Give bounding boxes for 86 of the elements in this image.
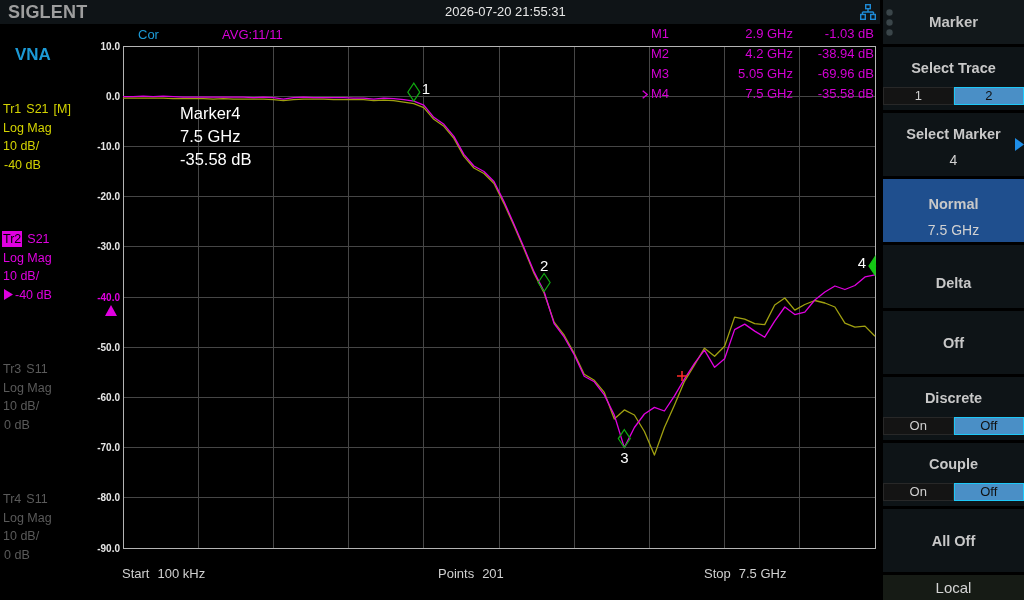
sweep-start-label: Start	[122, 566, 150, 583]
toggle-option[interactable]: Off	[953, 483, 1024, 501]
trace-format: Log Mag	[3, 250, 52, 265]
y-tick-label: -50.0	[97, 341, 120, 353]
trace-parameter: S11	[26, 362, 48, 377]
trace-scale: 10 dB/	[3, 529, 40, 544]
softkey-label: Discrete	[924, 390, 983, 406]
trace-reference: -40 dB	[4, 157, 41, 172]
y-tick-label: -80.0	[97, 492, 120, 504]
y-tick-label: -30.0	[97, 241, 120, 253]
trace-name[interactable]: Tr2	[2, 231, 23, 248]
toggle-option[interactable]: 1	[883, 87, 954, 105]
sweep-points-label: Points	[438, 566, 475, 583]
sweep-start-value: 100 kHz	[157, 566, 206, 583]
y-tick-label: -10.0	[97, 141, 120, 152]
marker-diamond	[617, 428, 632, 449]
softkey-label: Select Trace	[911, 60, 996, 76]
marker-name: M2	[651, 46, 670, 62]
sweep-points-value: 201	[482, 566, 504, 583]
marker-name: M4	[651, 86, 670, 102]
y-tick-label: 0.0	[106, 90, 120, 102]
marker-frequency: 5.05 GHz	[738, 66, 793, 82]
softkey-button[interactable]: Normal 7.5 GHz	[883, 179, 1024, 242]
sweep-stop-label: Stop	[704, 566, 731, 583]
marker-frequency: 7.5 GHz	[745, 86, 793, 102]
trace-reference: -40 dB	[15, 287, 52, 302]
trace-format: Log Mag	[3, 380, 52, 395]
marker-number-label: 1	[421, 80, 431, 98]
status-bar: Local	[883, 575, 1024, 600]
softkey-label: Couple	[928, 456, 979, 472]
y-tick-label: 10.0	[100, 40, 120, 52]
toggle-option[interactable]: 2	[953, 87, 1024, 105]
softkey-button[interactable]: All Off	[883, 509, 1024, 572]
sweep-stop-value: 7.5 GHz	[738, 566, 787, 583]
readout-title: Marker4	[180, 104, 241, 123]
readout-frequency: 7.5 GHz	[180, 127, 241, 146]
toggle-option[interactable]: Off	[953, 417, 1024, 435]
softkey-button[interactable]: Delta	[883, 245, 1024, 308]
y-tick-label: -70.0	[97, 442, 120, 454]
trace-scale: 10 dB/	[3, 399, 40, 414]
triangle-right-icon	[1015, 137, 1024, 151]
marker-name: M1	[651, 26, 670, 42]
trace-scale: 10 dB/	[3, 269, 40, 284]
correction-label: Cor	[138, 27, 159, 43]
trace-reference: 0 dB	[4, 417, 30, 432]
marker-number-label: 4	[857, 253, 866, 271]
trace-format: Log Mag	[3, 510, 52, 525]
trace-parameter: S11	[26, 492, 48, 507]
y-tick-label: -20.0	[97, 191, 120, 203]
trace-name[interactable]: Tr1	[3, 101, 22, 118]
trace-memory-label: [M]	[53, 102, 71, 117]
y-tick-label: -90.0	[97, 542, 120, 554]
marker-name: M3	[651, 66, 670, 82]
marker-diamond	[537, 272, 551, 293]
y-tick-label: -40.0	[97, 291, 120, 303]
marker-value: -1.03 dB	[824, 26, 874, 42]
marker-diamond	[407, 82, 421, 103]
menu-title: Marker	[928, 13, 979, 31]
trace-scale: 10 dB/	[3, 139, 40, 154]
brand-logo: SIGLENT	[8, 1, 88, 24]
crosshair-icon	[676, 370, 688, 382]
triangle-icon	[105, 305, 117, 316]
y-tick-label: -60.0	[97, 392, 120, 403]
softkey-button[interactable]: Select Marker 4	[883, 113, 1024, 176]
datetime-label: 2026-07-20 21:55:31	[445, 4, 566, 20]
trace-format: Log Mag	[3, 120, 52, 135]
mode-label: VNA	[15, 45, 51, 64]
network-icon	[860, 4, 876, 20]
marker-number-label: 3	[620, 448, 629, 466]
trace-parameter: S21	[27, 232, 50, 247]
marker-value: -69.96 dB	[817, 66, 874, 82]
averaging-label: AVG:11/11	[222, 27, 283, 43]
marker-number-label: 2	[539, 256, 549, 274]
marker-value: -35.58 dB	[817, 86, 874, 102]
trace-parameter: S21	[26, 102, 49, 117]
trace-reference: 0 dB	[4, 547, 30, 562]
marker-frequency: 4.2 GHz	[745, 46, 793, 62]
marker-frequency: 2.9 GHz	[745, 26, 793, 42]
toggle-option[interactable]: On	[883, 417, 954, 435]
softkey-button[interactable]: Off	[883, 311, 1024, 374]
readout-value: -35.58 dB	[180, 150, 252, 169]
triangle-right-icon	[4, 289, 13, 301]
marker-diamond	[868, 255, 877, 277]
toggle-option[interactable]: On	[883, 483, 954, 501]
vertical-dots-icon	[886, 8, 893, 36]
marker-value: -38.94 dB	[817, 46, 874, 62]
